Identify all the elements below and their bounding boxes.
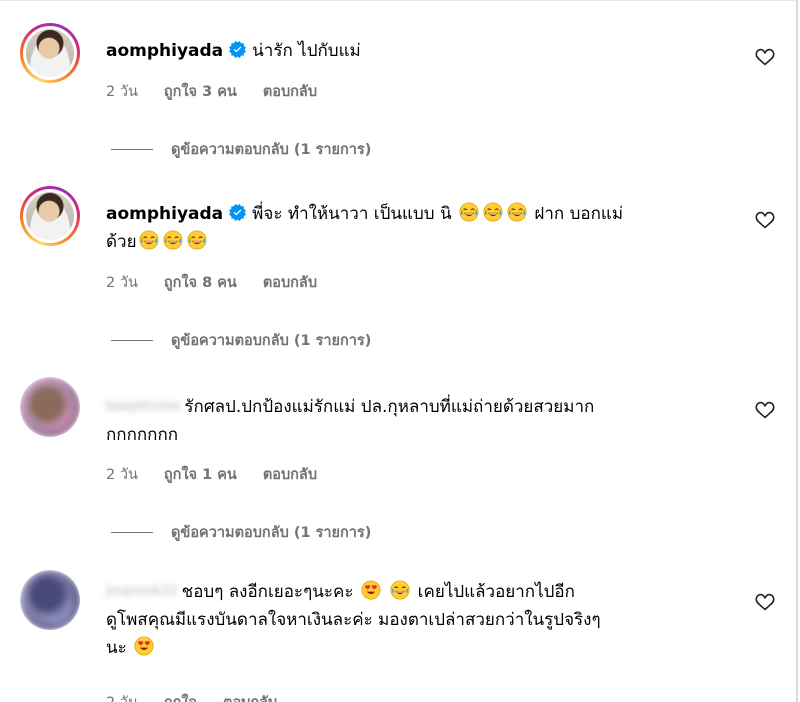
comment-body-line3: นะ: [106, 638, 127, 658]
view-replies-button[interactable]: ดูข้อความตอบกลับ (1 รายการ): [111, 329, 371, 352]
view-replies-label: ดูข้อความตอบกลับ (1 รายการ): [171, 333, 372, 349]
laughing-emoji-icon: [507, 202, 527, 222]
comment-likes[interactable]: ถูกใจ 3 คน: [164, 80, 237, 103]
view-replies-button[interactable]: ดูข้อความตอบกลับ (1 รายการ): [111, 521, 371, 544]
comment-age[interactable]: 2 วัน: [106, 271, 138, 294]
comment-likes[interactable]: ถูกใจ 1 คน: [164, 463, 237, 486]
heart-outline-icon[interactable]: [754, 399, 776, 421]
verified-badge-icon: [229, 41, 246, 58]
comment-body-line2: กกกกกกก: [106, 425, 179, 445]
comment-username[interactable]: aomphiyada: [106, 204, 223, 224]
divider-line: [111, 532, 153, 533]
divider-line: [111, 149, 153, 150]
laughing-emoji-icon: [139, 230, 159, 250]
reply-button[interactable]: ตอบกลับ: [263, 80, 317, 103]
avatar[interactable]: [20, 186, 80, 246]
comment-age[interactable]: 2 วัน: [106, 463, 138, 486]
comment-meta: 2 วัน ถูกใจ ตอบกลับ: [106, 691, 277, 702]
comment-username[interactable]: aomphiyada: [106, 41, 223, 61]
comment-text: aomphiyada น่ารัก ไปกับแม่: [106, 37, 738, 65]
comment-body-cont: ฝาก บอกแม่: [534, 204, 624, 224]
avatar[interactable]: [20, 23, 80, 83]
reply-button[interactable]: ตอบกลับ: [223, 691, 277, 702]
comment-username[interactable]: baepthome: [106, 393, 180, 421]
laughing-emoji-icon: [163, 230, 183, 250]
comment-body: รักศลป.ปกป้องแม่รักแม่ ปล.กุหลาบที่แม่ถ่…: [184, 397, 595, 417]
comment-likes[interactable]: ถูกใจ: [164, 691, 197, 702]
comment-body-line2: ด้วย: [106, 232, 137, 252]
view-replies-label: ดูข้อความตอบกลับ (1 รายการ): [171, 525, 372, 541]
comment-body: พี่จะ ทำให้นาวา เป็นแบบ นิ: [252, 204, 452, 224]
heart-outline-icon[interactable]: [754, 46, 776, 68]
comment-meta: 2 วัน ถูกใจ 1 คน ตอบกลับ: [106, 463, 317, 486]
comment-meta: 2 วัน ถูกใจ 3 คน ตอบกลับ: [106, 80, 317, 103]
laughing-emoji-icon: [459, 202, 479, 222]
heart-eyes-emoji-icon: [134, 636, 154, 656]
comment-text: jinanook22 ชอบๆ ลงอีกเยอะๆนะคะ เคยไปแล้วอ…: [106, 578, 738, 662]
comment-body: น่ารัก ไปกับแม่: [252, 41, 361, 61]
comment-text: aomphiyada พี่จะ ทำให้นาวา เป็นแบบ นิ ฝาก…: [106, 200, 738, 256]
laughing-emoji-icon: [187, 230, 207, 250]
comment-meta: 2 วัน ถูกใจ 8 คน ตอบกลับ: [106, 271, 317, 294]
heart-outline-icon[interactable]: [754, 591, 776, 613]
comment-username[interactable]: jinanook22: [106, 578, 178, 606]
comment-text: baepthome รักศลป.ปกป้องแม่รักแม่ ปล.กุหลา…: [106, 393, 738, 449]
heart-outline-icon[interactable]: [754, 209, 776, 231]
laughing-emoji-icon: [390, 580, 410, 600]
comment-body: ชอบๆ ลงอีกเยอะๆนะคะ: [181, 582, 354, 602]
view-replies-label: ดูข้อความตอบกลับ (1 รายการ): [171, 142, 372, 158]
comments-panel: aomphiyada น่ารัก ไปกับแม่ 2 วัน ถูกใจ 3 …: [0, 0, 798, 702]
laughing-emoji-icon: [483, 202, 503, 222]
comment-body-cont: เคยไปแล้วอยากไปอีก: [417, 582, 575, 602]
reply-button[interactable]: ตอบกลับ: [263, 271, 317, 294]
comment-age[interactable]: 2 วัน: [106, 691, 138, 702]
verified-badge-icon: [229, 204, 246, 221]
comment-age[interactable]: 2 วัน: [106, 80, 138, 103]
divider-line: [111, 340, 153, 341]
heart-eyes-emoji-icon: [361, 580, 381, 600]
view-replies-button[interactable]: ดูข้อความตอบกลับ (1 รายการ): [111, 138, 371, 161]
reply-button[interactable]: ตอบกลับ: [263, 463, 317, 486]
comment-likes[interactable]: ถูกใจ 8 คน: [164, 271, 237, 294]
avatar[interactable]: [20, 377, 80, 437]
comment-body-line2: ดูโพสคุณมีแรงบันดาลใจหาเงินละค่ะ มองตาเป…: [106, 610, 601, 630]
avatar[interactable]: [20, 570, 80, 630]
